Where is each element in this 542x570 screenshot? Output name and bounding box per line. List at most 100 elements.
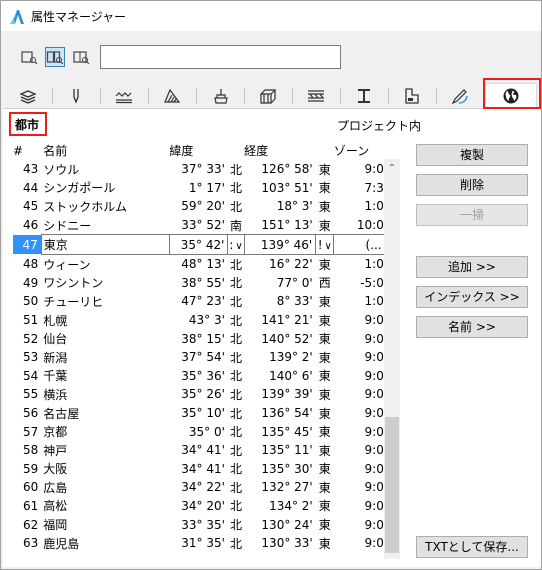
city-name-cell[interactable]: 高松 — [41, 497, 169, 516]
table-row[interactable]: 52 仙台 38° 15' 北 140° 52' 東 9:00 — [13, 329, 398, 348]
north-south-cell[interactable]: 北 — [228, 329, 244, 348]
latitude-cell[interactable]: 34° 41' — [169, 460, 228, 479]
longitude-cell[interactable]: 141° 21' — [244, 311, 316, 330]
save-txt-button[interactable]: TXTとして保存... — [416, 536, 528, 558]
longitude-cell[interactable]: 136° 54' — [244, 404, 316, 423]
north-south-cell[interactable]: 北 — [228, 197, 244, 216]
city-name-cell[interactable]: 大阪 — [41, 460, 169, 479]
table-row[interactable]: 47東京35° 42':∨139° 46'!∨(...∨ — [13, 234, 398, 255]
north-south-cell[interactable]: 北 — [228, 404, 244, 423]
chevron-down-icon[interactable]: ∨ — [325, 241, 332, 252]
latitude-cell[interactable]: 34° 41' — [169, 441, 228, 460]
latitude-cell[interactable]: 34° 22' — [169, 478, 228, 497]
table-row[interactable]: 53 新潟 37° 54' 北 139° 2' 東 9:00 — [13, 348, 398, 367]
longitude-cell[interactable]: 135° 45' — [244, 422, 316, 441]
longitude-cell[interactable]: 135° 11' — [244, 441, 316, 460]
longitude-cell[interactable]: 130° 24' — [244, 515, 316, 534]
tab-zones[interactable] — [389, 85, 435, 107]
city-name-cell[interactable]: 神戸 — [41, 441, 169, 460]
row-number-cell[interactable]: 61 — [13, 497, 41, 516]
city-name-cell[interactable]: シンガポール — [41, 179, 169, 198]
longitude-cell[interactable]: 130° 33' — [244, 534, 316, 553]
row-number-cell[interactable]: 47 — [13, 234, 42, 255]
index-button[interactable]: インデックス >> — [416, 286, 528, 308]
city-name-cell[interactable]: 千葉 — [41, 367, 169, 386]
east-west-cell[interactable]: 東 — [316, 534, 334, 553]
row-number-cell[interactable]: 59 — [13, 460, 41, 479]
tab-pens[interactable] — [53, 85, 99, 107]
tab-renovation[interactable] — [437, 85, 483, 107]
city-name-cell[interactable]: 名古屋 — [41, 404, 169, 423]
table-row[interactable]: 43 ソウル 37° 33' 北 126° 58' 東 9:00 — [13, 160, 398, 179]
longitude-cell[interactable]: 77° 0' — [244, 274, 316, 293]
longitude-cell[interactable]: 140° 6' — [244, 367, 316, 386]
row-number-cell[interactable]: 53 — [13, 348, 41, 367]
city-name-cell[interactable]: 鹿児島 — [41, 534, 169, 553]
preview-view-button[interactable] — [71, 47, 91, 67]
chevron-down-icon[interactable]: ∨ — [235, 241, 242, 252]
east-west-cell[interactable]: 東 — [316, 497, 334, 516]
latitude-cell[interactable]: 43° 3' — [169, 311, 228, 330]
city-name-cell[interactable]: ウィーン — [41, 254, 169, 273]
column-header-zone[interactable]: ゾーン — [334, 141, 398, 160]
city-name-cell[interactable]: 札幌 — [41, 311, 169, 330]
east-west-cell[interactable]: 東 — [316, 179, 334, 198]
longitude-cell[interactable]: 132° 27' — [244, 478, 316, 497]
tab-surfaces[interactable] — [197, 85, 243, 107]
row-number-cell[interactable]: 63 — [13, 534, 41, 553]
east-west-cell[interactable]: 東 — [316, 348, 334, 367]
table-row[interactable]: 51 札幌 43° 3' 北 141° 21' 東 9:00 — [13, 311, 398, 330]
longitude-cell[interactable]: 139° 46' — [243, 234, 317, 255]
north-south-cell[interactable]: : ∨ — [227, 234, 245, 255]
tab-composites[interactable] — [293, 85, 339, 107]
detail-view-button[interactable] — [45, 47, 65, 67]
table-row[interactable]: 58 神戸 34° 41' 北 135° 11' 東 9:00 — [13, 441, 398, 460]
latitude-cell[interactable]: 35° 0' — [169, 422, 228, 441]
latitude-cell[interactable]: 35° 42' — [168, 234, 229, 255]
latitude-cell[interactable]: 47° 23' — [169, 292, 228, 311]
north-south-cell[interactable]: 北 — [228, 422, 244, 441]
tab-profiles[interactable] — [341, 85, 387, 107]
table-row[interactable]: 50 チューリヒ 47° 23' 北 8° 33' 東 1:00 — [13, 292, 398, 311]
latitude-cell[interactable]: 34° 20' — [169, 497, 228, 516]
north-south-cell[interactable]: 北 — [228, 179, 244, 198]
row-number-cell[interactable]: 46 — [13, 216, 41, 235]
tab-layers[interactable] — [5, 85, 51, 107]
east-west-cell[interactable]: 東 — [316, 515, 334, 534]
east-west-cell[interactable]: 東 — [316, 441, 334, 460]
north-south-cell[interactable]: 北 — [228, 292, 244, 311]
list-view-button[interactable] — [19, 47, 39, 67]
latitude-cell[interactable]: 33° 52' — [169, 216, 228, 235]
row-number-cell[interactable]: 54 — [13, 367, 41, 386]
east-west-cell[interactable]: 東 — [316, 385, 334, 404]
table-row[interactable]: 62 福岡 33° 35' 北 130° 24' 東 9:00 — [13, 515, 398, 534]
table-row[interactable]: 56 名古屋 35° 10' 北 136° 54' 東 9:00 — [13, 404, 398, 423]
row-number-cell[interactable]: 44 — [13, 179, 41, 198]
column-header-num[interactable]: # — [13, 141, 41, 160]
east-west-cell[interactable]: ! ∨ — [315, 234, 335, 255]
tab-building-materials[interactable] — [245, 85, 291, 107]
latitude-cell[interactable]: 1° 17' — [169, 179, 228, 198]
city-name-cell[interactable]: ソウル — [41, 160, 169, 179]
east-west-cell[interactable]: 東 — [316, 160, 334, 179]
city-name-cell[interactable]: チューリヒ — [41, 292, 169, 311]
north-south-cell[interactable]: 北 — [228, 497, 244, 516]
latitude-cell[interactable]: 38° 15' — [169, 329, 228, 348]
north-south-cell[interactable]: 北 — [228, 254, 244, 273]
latitude-cell[interactable]: 33° 35' — [169, 515, 228, 534]
table-scrollbar[interactable]: ⌃ — [384, 159, 400, 559]
scroll-up-icon[interactable]: ⌃ — [384, 163, 400, 179]
north-south-cell[interactable]: 北 — [228, 385, 244, 404]
table-row[interactable]: 49 ワシントン 38° 55' 北 77° 0' 西 -5:00 — [13, 274, 398, 293]
table-row[interactable]: 59 大阪 34° 41' 北 135° 30' 東 9:00 — [13, 460, 398, 479]
city-name-cell[interactable]: 東京 — [40, 234, 170, 255]
north-south-cell[interactable]: 南 — [228, 216, 244, 235]
east-west-cell[interactable]: 東 — [316, 460, 334, 479]
row-number-cell[interactable]: 45 — [13, 197, 41, 216]
city-name-cell[interactable]: 新潟 — [41, 348, 169, 367]
table-row[interactable]: 60 広島 34° 22' 北 132° 27' 東 9:00 — [13, 478, 398, 497]
row-number-cell[interactable]: 60 — [13, 478, 41, 497]
longitude-cell[interactable]: 139° 2' — [244, 348, 316, 367]
latitude-cell[interactable]: 48° 13' — [169, 254, 228, 273]
tab-fills[interactable] — [149, 85, 195, 107]
